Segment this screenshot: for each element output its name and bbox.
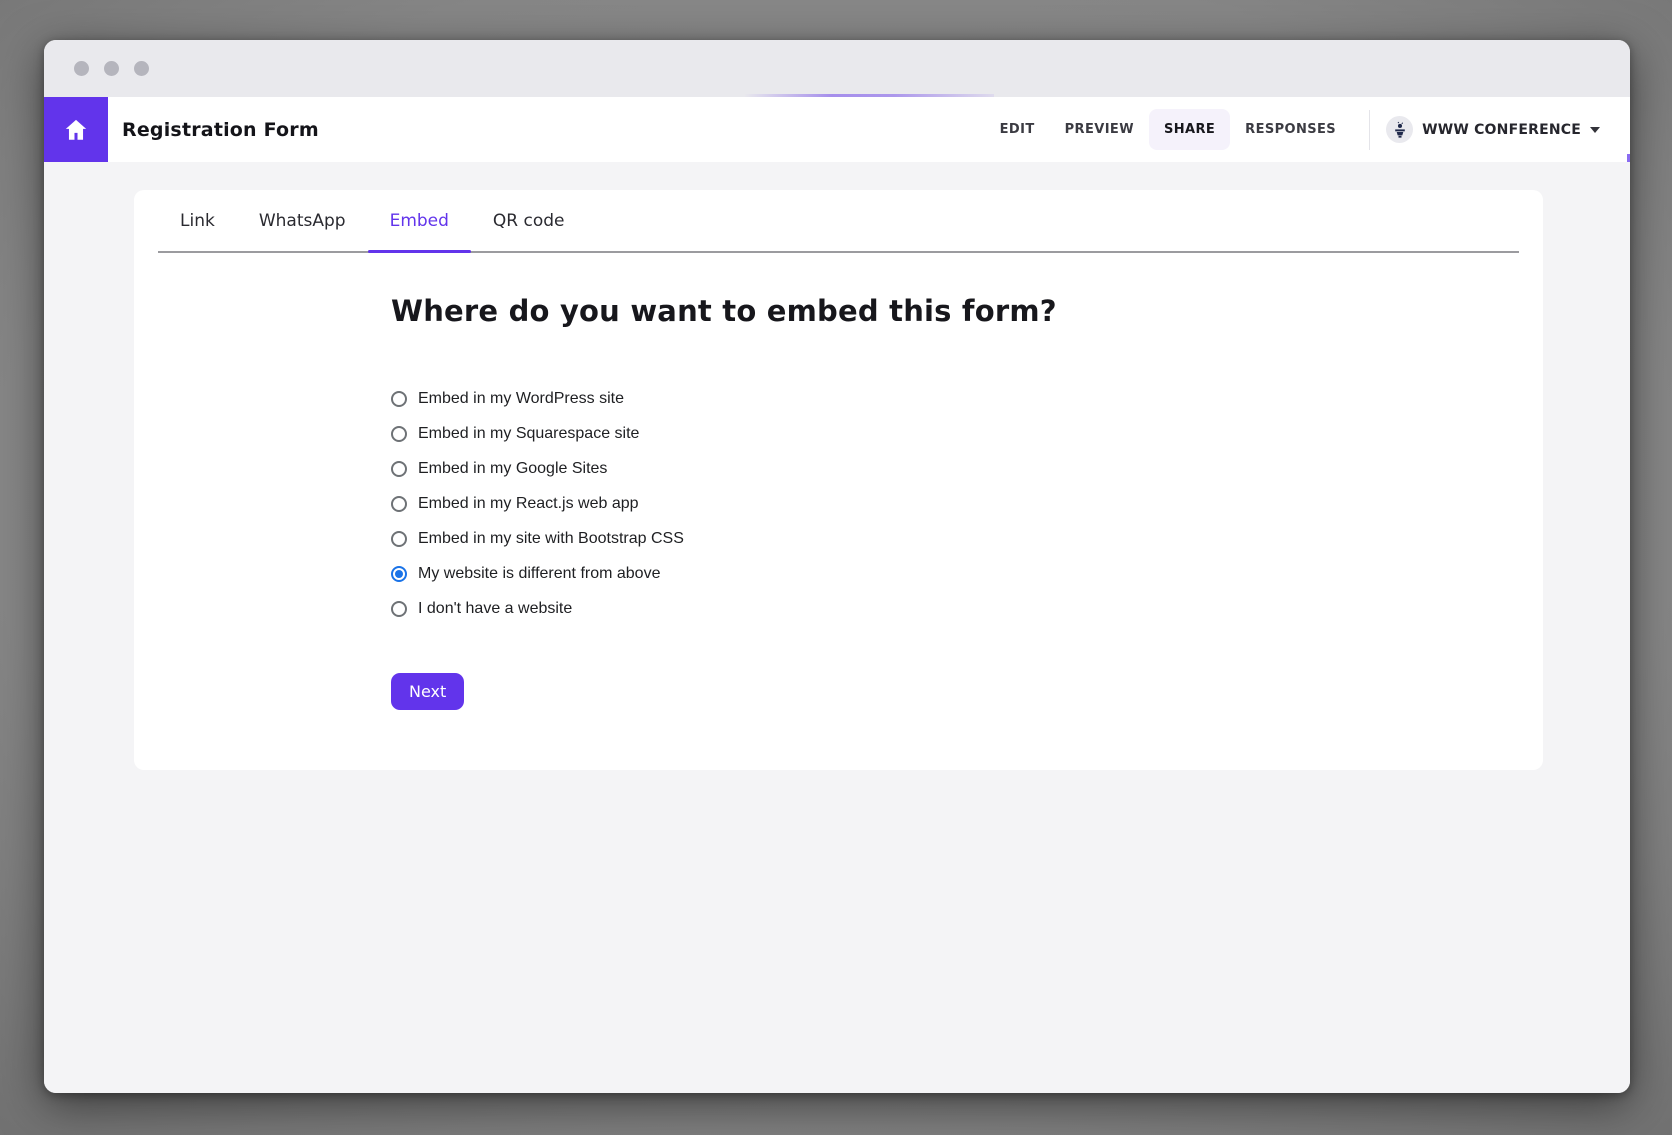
option-label: I don't have a website <box>418 600 572 618</box>
option-label: Embed in my WordPress site <box>418 390 624 408</box>
chevron-down-icon <box>1590 127 1600 133</box>
page-content: Link WhatsApp Embed QR code Where do you… <box>44 162 1630 1093</box>
tab-whatsapp[interactable]: WhatsApp <box>237 190 368 251</box>
browser-window: Registration Form EDIT PREVIEW SHARE RES… <box>44 40 1630 1093</box>
embed-option-different-website[interactable]: My website is different from above <box>391 565 660 583</box>
top-navigation: EDIT PREVIEW SHARE RESPONSES <box>985 97 1630 162</box>
option-label: Embed in my Squarespace site <box>418 425 639 443</box>
tab-qr-code[interactable]: QR code <box>471 190 587 251</box>
desktop-background: Registration Form EDIT PREVIEW SHARE RES… <box>0 0 1672 1135</box>
radio-button-selected[interactable] <box>391 566 407 582</box>
radio-button[interactable] <box>391 461 407 477</box>
workspace-name: WWW CONFERENCE <box>1422 122 1581 138</box>
nav-share[interactable]: SHARE <box>1149 109 1230 150</box>
embed-option-bootstrap[interactable]: Embed in my site with Bootstrap CSS <box>391 530 684 548</box>
share-tabs: Link WhatsApp Embed QR code <box>158 190 1519 253</box>
window-control-dot[interactable] <box>134 61 149 76</box>
option-label: Embed in my Google Sites <box>418 460 607 478</box>
window-control-dot[interactable] <box>74 61 89 76</box>
embed-option-wordpress[interactable]: Embed in my WordPress site <box>391 390 624 408</box>
home-button[interactable] <box>44 97 108 162</box>
form-title: Registration Form <box>122 119 319 141</box>
app-header: Registration Form EDIT PREVIEW SHARE RES… <box>44 97 1630 162</box>
workspace-avatar <box>1386 116 1413 143</box>
share-panel-card: Link WhatsApp Embed QR code Where do you… <box>134 190 1543 770</box>
nav-edit[interactable]: EDIT <box>985 109 1050 150</box>
radio-button[interactable] <box>391 496 407 512</box>
nav-responses[interactable]: RESPONSES <box>1230 109 1351 150</box>
panel-heading: Where do you want to embed this form? <box>391 294 1543 328</box>
radio-button[interactable] <box>391 391 407 407</box>
radio-button[interactable] <box>391 426 407 442</box>
option-label: My website is different from above <box>418 565 660 583</box>
radio-button[interactable] <box>391 601 407 617</box>
embed-option-no-website[interactable]: I don't have a website <box>391 600 572 618</box>
nav-divider <box>1369 110 1370 150</box>
tab-link[interactable]: Link <box>158 190 237 251</box>
podium-speaker-icon <box>1391 121 1409 139</box>
window-control-dot[interactable] <box>104 61 119 76</box>
embed-option-react[interactable]: Embed in my React.js web app <box>391 495 639 513</box>
home-icon <box>63 117 89 143</box>
workspace-menu[interactable]: WWW CONFERENCE <box>1386 116 1600 143</box>
next-button[interactable]: Next <box>391 673 464 710</box>
radio-button[interactable] <box>391 531 407 547</box>
nav-preview[interactable]: PREVIEW <box>1050 109 1149 150</box>
browser-titlebar <box>44 40 1630 97</box>
tab-embed[interactable]: Embed <box>368 190 471 251</box>
embed-option-squarespace[interactable]: Embed in my Squarespace site <box>391 425 639 443</box>
option-label: Embed in my site with Bootstrap CSS <box>418 530 684 548</box>
option-label: Embed in my React.js web app <box>418 495 639 513</box>
embed-panel: Where do you want to embed this form? Em… <box>134 253 1543 710</box>
embed-option-google-sites[interactable]: Embed in my Google Sites <box>391 460 607 478</box>
